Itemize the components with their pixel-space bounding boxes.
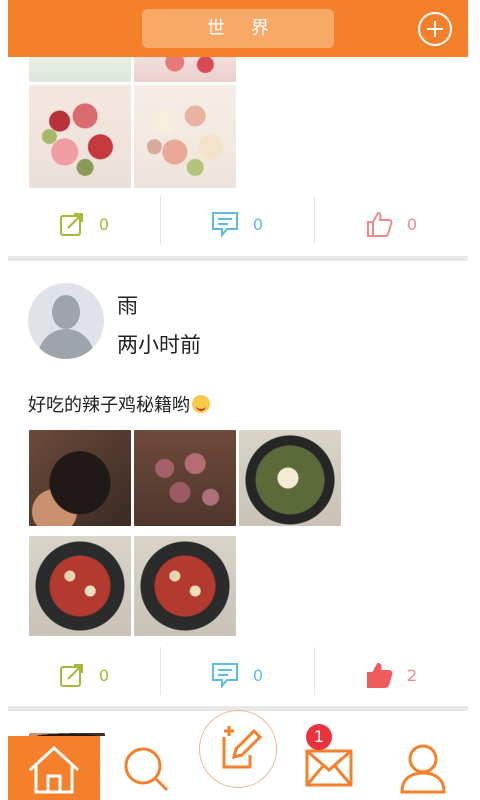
post-actions: 0 0 0	[8, 196, 468, 252]
post-photo[interactable]	[134, 430, 236, 526]
post-photo[interactable]	[134, 57, 236, 82]
like-count: 2	[406, 665, 418, 685]
post-text-content: 好吃的辣子鸡秘籍哟	[28, 395, 190, 416]
post-photo[interactable]	[239, 430, 341, 526]
like-button[interactable]: 2	[314, 647, 468, 703]
post-photo[interactable]	[29, 85, 131, 188]
plus-circle-icon[interactable]	[418, 12, 452, 46]
author-name[interactable]: 雨	[117, 290, 138, 320]
share-button[interactable]: 0	[8, 647, 160, 703]
comment-button[interactable]: 0	[160, 196, 314, 252]
search-icon[interactable]	[120, 742, 172, 794]
post-photo[interactable]	[29, 57, 131, 82]
share-count: 0	[98, 665, 110, 685]
home-icon	[28, 745, 80, 794]
post-timestamp: 两小时前	[117, 333, 201, 357]
compose-button[interactable]	[199, 710, 277, 788]
post-actions: 0 0 2	[8, 647, 468, 703]
message-badge: 1	[306, 724, 332, 750]
comment-count: 0	[252, 665, 264, 685]
smiley-emoji-icon	[192, 395, 210, 413]
share-count: 0	[98, 214, 110, 234]
profile-icon[interactable]	[398, 742, 448, 794]
world-tab-title[interactable]: 世界	[142, 9, 334, 48]
post-text: 好吃的辣子鸡秘籍哟	[28, 391, 210, 417]
share-icon	[59, 213, 83, 236]
mail-icon[interactable]	[304, 748, 354, 788]
comment-icon	[211, 663, 238, 688]
like-button[interactable]: 0	[314, 196, 468, 252]
like-count: 0	[406, 214, 418, 234]
like-filled-icon	[366, 662, 393, 688]
post-separator	[8, 256, 468, 261]
comment-count: 0	[252, 214, 264, 234]
comment-icon	[211, 212, 238, 237]
post-photo[interactable]	[134, 536, 236, 636]
post-photo[interactable]	[29, 430, 131, 526]
top-bar: 世界	[8, 0, 468, 57]
share-icon	[59, 664, 83, 687]
post-photo[interactable]	[134, 85, 236, 188]
post-photo[interactable]	[29, 536, 131, 636]
comment-button[interactable]: 0	[160, 647, 314, 703]
share-button[interactable]: 0	[8, 196, 160, 252]
nav-home[interactable]	[8, 736, 100, 800]
compose-icon	[222, 726, 263, 769]
like-icon	[366, 211, 393, 237]
avatar[interactable]	[28, 283, 104, 359]
